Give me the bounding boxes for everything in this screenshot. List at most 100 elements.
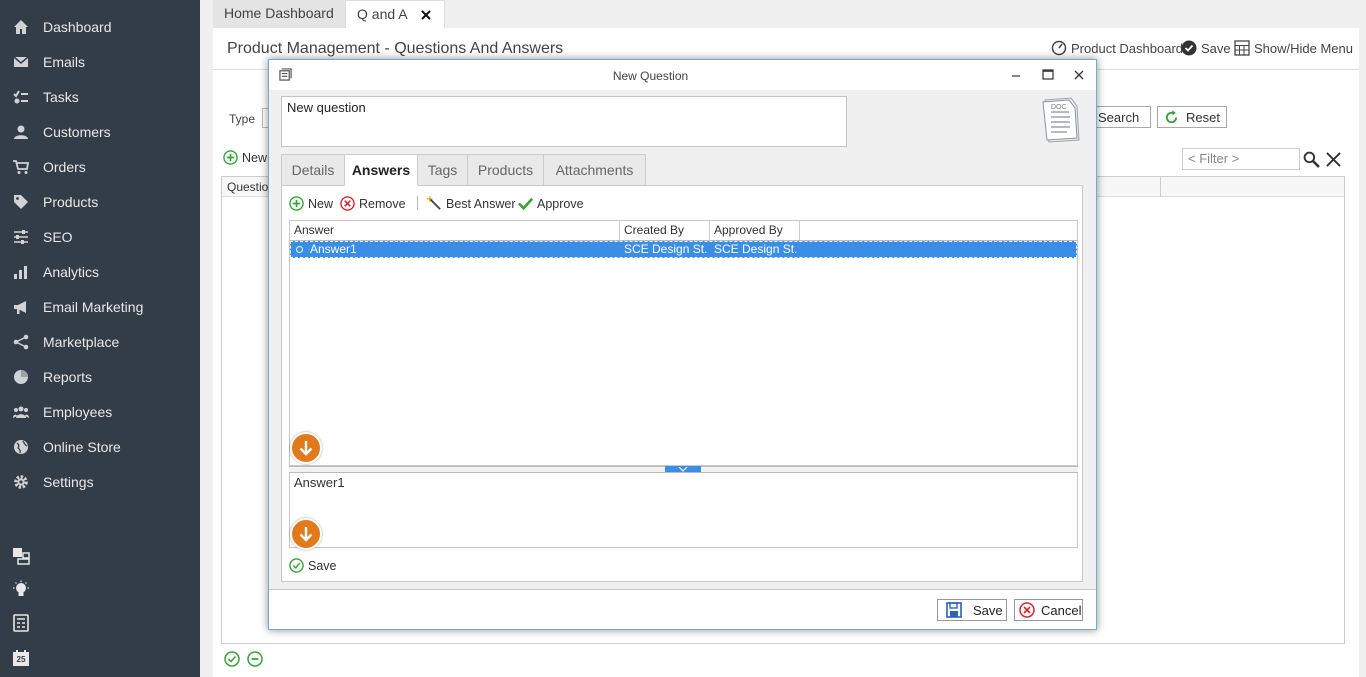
tag-icon: [14, 194, 28, 209]
column-approved-by[interactable]: Approved By: [710, 221, 800, 240]
best-answer-button[interactable]: Best Answer: [427, 196, 515, 211]
new-answer-button[interactable]: New: [289, 196, 333, 211]
megaphone-icon: [14, 300, 26, 314]
tab-q-and-a[interactable]: Q and A: [345, 0, 445, 28]
maximize-icon[interactable]: [1039, 66, 1057, 84]
tab-attachments[interactable]: Attachments: [543, 154, 646, 186]
refresh-icon: [1165, 109, 1178, 123]
sidebar-item-online-store[interactable]: Online Store: [0, 429, 200, 464]
column-created-by[interactable]: Created By: [620, 221, 710, 240]
arrow-down-icon: [299, 441, 313, 456]
page-title: Product Management - Questions And Answe…: [227, 40, 564, 57]
document-icon: DOC: [1042, 97, 1080, 143]
header-save-button[interactable]: Save: [1181, 40, 1231, 56]
reset-label: Reset: [1186, 109, 1220, 125]
pie-chart-icon: [14, 369, 28, 384]
product-dashboard-button[interactable]: Product Dashboard: [1051, 40, 1183, 56]
sidebar-item-emails[interactable]: Emails: [0, 44, 200, 79]
new-label: New: [242, 150, 268, 165]
tab-label: Details: [291, 162, 335, 178]
clear-filter-icon[interactable]: [1326, 152, 1341, 167]
sidebar-item-marketplace[interactable]: Marketplace: [0, 324, 200, 359]
answer-detail-editor[interactable]: Answer1: [289, 473, 1078, 548]
scroll-down-button[interactable]: [290, 518, 322, 550]
approve-check-icon[interactable]: [224, 651, 240, 667]
envelope-icon: [13, 55, 29, 67]
cell-answer: Answer1: [310, 242, 357, 256]
tab-label: Products: [477, 162, 534, 178]
gauge-icon: [1051, 40, 1067, 56]
dialog-footer: Save Cancel: [269, 589, 1096, 629]
sidebar-item-seo[interactable]: SEO: [0, 219, 200, 254]
answer-save-button[interactable]: Save: [289, 558, 337, 573]
tab-answers[interactable]: Answers: [344, 154, 418, 186]
sidebar-item-products[interactable]: Products: [0, 184, 200, 219]
splitter-handle[interactable]: [289, 466, 1078, 473]
detail-text: Answer1: [294, 475, 345, 490]
sidebar-item-analytics[interactable]: Analytics: [0, 254, 200, 289]
sidebar-item-orders[interactable]: Orders: [0, 149, 200, 184]
minus-circle-icon[interactable]: [247, 651, 263, 667]
sidebar-item-label: Products: [43, 193, 99, 210]
sidebar-item-label: Employees: [43, 403, 113, 420]
remove-answer-button[interactable]: Remove: [340, 196, 406, 211]
sidebar-item-label: Online Store: [43, 438, 121, 455]
search-icon[interactable]: [1303, 151, 1320, 168]
scroll-down-button[interactable]: [290, 432, 322, 464]
calendar-icon[interactable]: 25: [12, 649, 30, 667]
sidebar-item-label: Orders: [43, 158, 86, 175]
gear-icon: [14, 474, 28, 489]
tab-tags[interactable]: Tags: [417, 154, 468, 186]
filter-input[interactable]: < Filter >: [1182, 148, 1300, 170]
new-question-dialog: New Question New question DOC Details An…: [268, 59, 1097, 630]
search-button[interactable]: Search: [1096, 106, 1151, 128]
sidebar-item-label: Dashboard: [43, 18, 112, 35]
column-answer[interactable]: Answer: [290, 221, 620, 240]
lightbulb-icon[interactable]: [12, 580, 30, 598]
action-label: Product Dashboard: [1071, 40, 1184, 56]
sidebar-item-reports[interactable]: Reports: [0, 359, 200, 394]
sidebar-item-employees[interactable]: Employees: [0, 394, 200, 429]
dialog-save-button[interactable]: Save: [937, 599, 1007, 621]
save-label: Save: [973, 602, 1003, 618]
sidebar-item-label: Customers: [43, 123, 111, 140]
type-label: Type: [229, 112, 256, 126]
check-circle-icon: [289, 558, 304, 573]
tab-home-dashboard[interactable]: Home Dashboard: [213, 0, 345, 28]
sidebar-item-email-marketing[interactable]: Email Marketing: [0, 289, 200, 324]
plus-circle-icon: [223, 150, 238, 165]
widgets-icon[interactable]: [12, 547, 30, 565]
check-circle-icon: [1181, 40, 1197, 56]
approve-button[interactable]: Approve: [518, 196, 584, 211]
close-icon[interactable]: [1070, 66, 1088, 84]
cancel-circle-icon: [1019, 602, 1035, 618]
cell-approved-by: SCE Design St..: [714, 242, 798, 256]
tab-details[interactable]: Details: [281, 154, 345, 186]
sidebar-item-dashboard[interactable]: Dashboard: [0, 9, 200, 44]
reset-button[interactable]: Reset: [1157, 106, 1227, 128]
table-row[interactable]: Answer1 SCE Design St.. SCE Design St..: [290, 241, 1077, 258]
tab-label: Answers: [351, 162, 411, 178]
home-icon: [14, 19, 28, 34]
users-icon: [13, 406, 29, 418]
sidebar-item-label: SEO: [43, 228, 73, 245]
calculator-icon[interactable]: [12, 614, 30, 632]
sidebar-item-settings[interactable]: Settings: [0, 464, 200, 499]
grid-icon: [1234, 40, 1250, 56]
tasks-icon: [13, 89, 28, 103]
sliders-icon: [14, 229, 28, 244]
new-question-button[interactable]: New: [223, 150, 267, 165]
show-hide-menu-button[interactable]: Show/Hide Menu: [1234, 40, 1353, 56]
close-icon[interactable]: [421, 10, 431, 20]
toolbar-divider: [417, 196, 418, 210]
dialog-cancel-button[interactable]: Cancel: [1014, 599, 1083, 621]
minimize-icon[interactable]: [1007, 66, 1025, 84]
sidebar-item-label: Reports: [43, 368, 93, 385]
tab-products[interactable]: Products: [467, 154, 544, 186]
tab-label: Home Dashboard: [224, 5, 334, 21]
sidebar-item-label: Tasks: [43, 88, 79, 105]
question-text-input[interactable]: New question: [281, 96, 847, 147]
sidebar-item-customers[interactable]: Customers: [0, 114, 200, 149]
sidebar-item-tasks[interactable]: Tasks: [0, 79, 200, 114]
share-icon: [13, 334, 29, 349]
